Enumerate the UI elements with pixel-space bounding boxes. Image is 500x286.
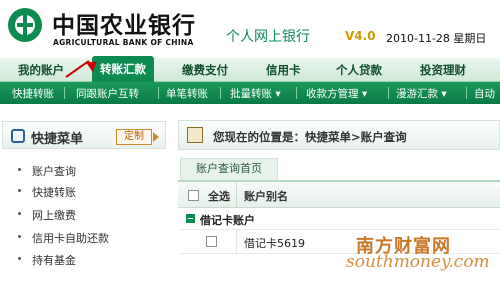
tab-personal-loan[interactable]: 个人贷款 <box>336 62 382 78</box>
bank-name-en: AGRICULTURAL BANK OF CHINA <box>53 38 194 47</box>
date-text: 2010-11-28 星期日 <box>386 32 487 45</box>
bullet-icon <box>18 235 21 238</box>
tab-investment[interactable]: 投资理财 <box>420 62 466 78</box>
collapse-icon[interactable] <box>186 214 195 223</box>
row-alias: 借记卡5619 <box>244 237 305 250</box>
table-header: 全选 账户别名 <box>178 182 500 208</box>
sub-item-same-name-transfer[interactable]: 同跟账户互转 <box>76 86 139 101</box>
quick-menu-title: 快捷菜单 <box>31 132 84 147</box>
tab-transfer[interactable]: 转账汇款 <box>92 56 154 82</box>
table-row: 借记卡5619 <box>178 230 500 254</box>
location-text: 您现在的位置是：快捷菜单>账户查询 <box>213 130 407 144</box>
sub-item-payee-management[interactable]: 收款方管理 ▾ <box>306 86 367 101</box>
ebank-title: 个人网上银行 <box>226 29 310 45</box>
customize-arrow-icon <box>153 132 159 142</box>
bank-name-cn: 中国农业银行 <box>52 13 196 39</box>
sub-item-single-transfer[interactable]: 单笔转账 <box>166 86 208 101</box>
quick-menu-header: 快捷菜单 定制 <box>2 121 166 149</box>
tab-my-account[interactable]: 我的账户 <box>18 62 64 78</box>
select-all-checkbox[interactable] <box>188 190 199 201</box>
bullet-icon <box>18 189 21 192</box>
sub-nav: 快捷转账 同跟账户互转 单笔转账 批量转账 ▾ 收款方管理 ▾ 漫游汇款 ▾ 自… <box>0 82 500 104</box>
select-all-label: 全选 <box>208 190 230 203</box>
group-label: 借记卡账户 <box>200 214 255 227</box>
sub-item-roaming-remittance[interactable]: 漫游汇款 ▾ <box>396 86 447 101</box>
sub-item-batch-transfer[interactable]: 批量转账 ▾ <box>230 86 281 101</box>
watermark-en: southmoney.com <box>346 252 490 272</box>
bullet-icon <box>18 168 21 171</box>
sub-item-auto[interactable]: 自动 <box>474 86 495 101</box>
customize-button[interactable]: 定制 <box>116 129 152 145</box>
tab-account-query-home[interactable]: 账户查询首页 <box>180 158 278 180</box>
quick-menu-icon <box>11 129 25 143</box>
group-row-debit[interactable]: 借记卡账户 <box>178 208 500 230</box>
location-bar: 您现在的位置是：快捷菜单>账户查询 <box>178 120 500 150</box>
location-icon <box>187 127 203 143</box>
page-header: 中国农业银行 AGRICULTURAL BANK OF CHINA 个人网上银行… <box>0 0 500 58</box>
sub-item-quick-transfer[interactable]: 快捷转账 <box>12 86 54 101</box>
alias-header: 账户别名 <box>244 190 288 203</box>
tab-credit-card[interactable]: 信用卡 <box>266 62 301 78</box>
abc-logo-icon <box>8 8 42 42</box>
quick-menu-panel: 快捷菜单 定制 账户查询 快捷转账 网上缴费 信用卡自助还款 持有基金 <box>0 118 168 286</box>
bullet-icon <box>18 257 21 260</box>
row-checkbox[interactable] <box>206 236 217 247</box>
ebank-version: V4.0 <box>345 29 376 43</box>
tab-payment[interactable]: 缴费支付 <box>182 62 228 78</box>
bullet-icon <box>18 212 21 215</box>
